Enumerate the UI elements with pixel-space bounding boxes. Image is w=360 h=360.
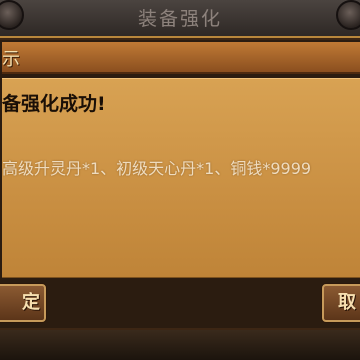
corner-ornament-right (336, 0, 360, 30)
success-message: 备强化成功! (2, 93, 106, 115)
window-title: 装备强化 (137, 8, 222, 30)
confirm-button[interactable]: 定 (0, 284, 46, 322)
cancel-button[interactable]: 取 (322, 284, 360, 322)
dialog-header: 示 (2, 42, 360, 74)
game-screen: 装备强化 示 备强化成功! 高级升灵丹*1、初级天心丹*1、铜钱*9999 定 … (0, 0, 360, 360)
reward-list: 高级升灵丹*1、初级天心丹*1、铜钱*9999 (2, 159, 312, 178)
bottom-frame (0, 330, 360, 360)
dialog-body: 备强化成功! 高级升灵丹*1、初级天心丹*1、铜钱*9999 (2, 78, 360, 278)
result-dialog: 示 备强化成功! 高级升灵丹*1、初级天心丹*1、铜钱*9999 定 取 (0, 36, 360, 332)
dialog-button-bar: 定 取 (0, 278, 360, 326)
window-title-bar: 装备强化 (0, 0, 360, 38)
dialog-header-title: 示 (2, 49, 20, 70)
